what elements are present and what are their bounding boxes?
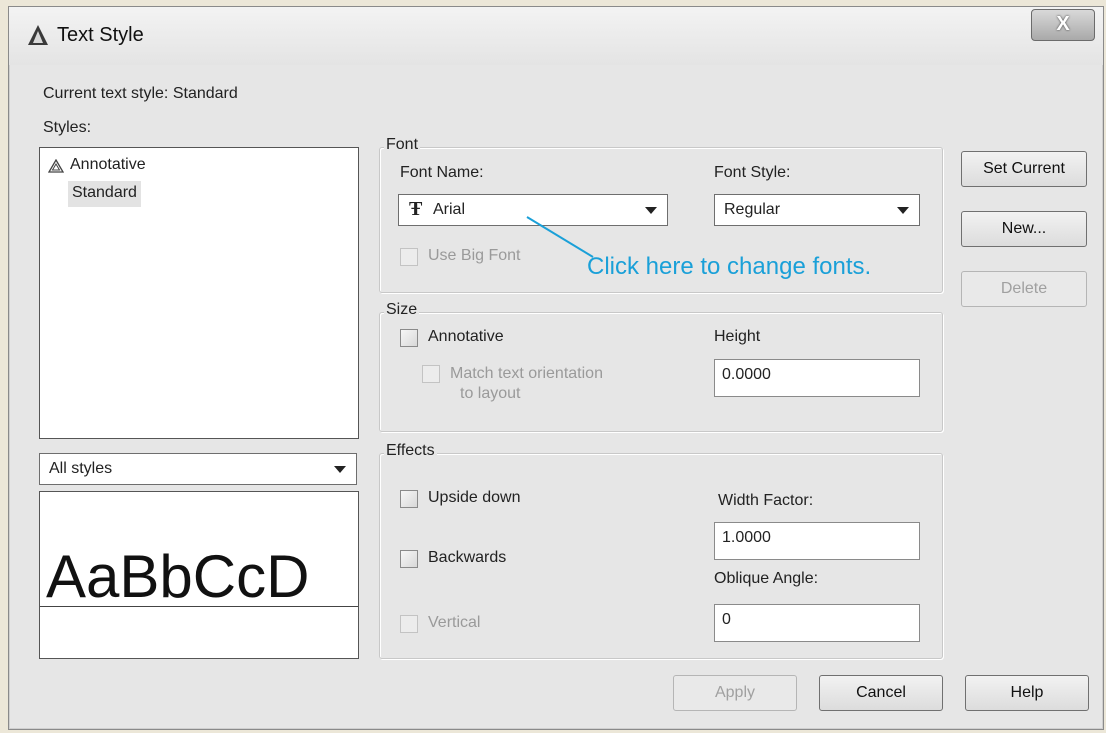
height-input[interactable]: 0.0000: [714, 359, 920, 397]
styles-list[interactable]: Annotative Standard: [39, 147, 359, 439]
font-name-value: Arial: [433, 201, 466, 218]
annotative-label: Annotative: [428, 328, 504, 345]
truetype-font-icon: Ŧ: [409, 198, 423, 220]
chevron-down-icon: [334, 466, 346, 473]
apply-button[interactable]: Apply: [673, 675, 797, 711]
delete-button[interactable]: Delete: [961, 271, 1087, 307]
chevron-down-icon: [645, 207, 657, 214]
match-orientation-checkbox[interactable]: [422, 365, 440, 383]
set-current-button[interactable]: Set Current: [961, 151, 1087, 187]
font-style-dropdown[interactable]: Regular: [714, 194, 920, 226]
width-factor-value: 1.0000: [722, 529, 771, 546]
font-name-label: Font Name:: [400, 164, 484, 181]
current-style-value: Standard: [172, 85, 238, 102]
oblique-angle-value: 0: [722, 611, 731, 628]
effects-group: Effects Upside down Backwards Vertical W…: [379, 442, 943, 659]
upside-down-checkbox[interactable]: [400, 490, 418, 508]
close-button[interactable]: X: [1031, 9, 1095, 41]
font-group-title: Font: [384, 136, 421, 154]
autocad-logo-icon: [28, 25, 48, 45]
list-item[interactable]: Standard: [68, 181, 141, 207]
chevron-down-icon: [897, 207, 909, 214]
annotative-icon: [48, 159, 64, 173]
font-style-value: Regular: [724, 201, 781, 218]
height-value: 0.0000: [722, 366, 771, 383]
styles-label: Styles:: [43, 119, 92, 136]
help-button[interactable]: Help: [965, 675, 1089, 711]
oblique-angle-label: Oblique Angle:: [714, 570, 819, 587]
preview-box: AaBbCcD: [39, 491, 359, 659]
match-orientation-label: Match text orientation: [450, 365, 603, 382]
current-style-caption: Current text style:: [43, 85, 169, 102]
size-group: Size Annotative Match text orientation t…: [379, 301, 943, 432]
window-title: Text Style: [57, 24, 144, 46]
use-big-font-checkbox[interactable]: [400, 248, 418, 266]
width-factor-label: Width Factor:: [718, 492, 814, 509]
font-style-label: Font Style:: [714, 164, 791, 181]
use-big-font-label: Use Big Font: [428, 247, 521, 264]
oblique-angle-input[interactable]: 0: [714, 604, 920, 642]
title-bar: Text Style X: [9, 7, 1103, 65]
style-standard-label: Standard: [72, 184, 137, 201]
text-style-dialog: Text Style X Current text style: Standar…: [8, 6, 1104, 730]
upside-down-label: Upside down: [428, 489, 521, 506]
new-button[interactable]: New...: [961, 211, 1087, 247]
match-orientation-label-line2: to layout: [460, 385, 521, 402]
styles-filter-dropdown[interactable]: All styles: [39, 453, 357, 485]
callout-text: Click here to change fonts.: [587, 253, 872, 280]
backwards-label: Backwards: [428, 549, 507, 566]
current-style-label: Current text style: Standard: [43, 85, 238, 103]
backwards-checkbox[interactable]: [400, 550, 418, 568]
preview-text: AaBbCcD: [46, 543, 310, 610]
annotative-checkbox[interactable]: [400, 329, 418, 347]
style-annotative-label: Annotative: [70, 156, 146, 173]
vertical-checkbox[interactable]: [400, 615, 418, 633]
width-factor-input[interactable]: 1.0000: [714, 522, 920, 560]
size-group-title: Size: [384, 301, 420, 319]
cancel-button[interactable]: Cancel: [819, 675, 943, 711]
effects-group-title: Effects: [384, 442, 437, 460]
styles-filter-value: All styles: [49, 460, 113, 477]
height-label: Height: [714, 328, 761, 345]
vertical-label: Vertical: [428, 614, 481, 631]
